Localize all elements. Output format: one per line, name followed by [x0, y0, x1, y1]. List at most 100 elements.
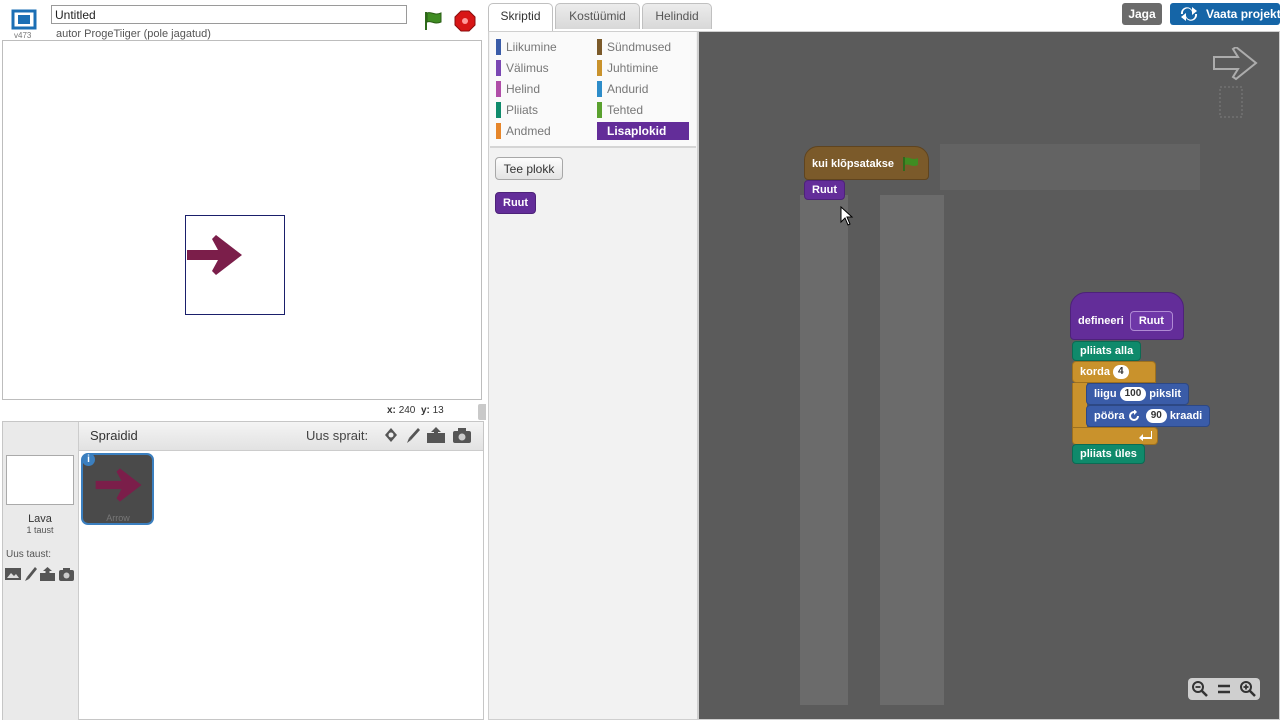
category-swatch — [496, 81, 501, 97]
category-swatch — [496, 39, 501, 55]
turn-block[interactable]: pööra 90 kraadi — [1086, 405, 1211, 427]
category-swatch — [597, 102, 602, 118]
choose-sprite-icon[interactable] — [382, 426, 400, 444]
define-label: defineeri — [1078, 315, 1124, 327]
sprites-title: Spraidid — [90, 428, 138, 443]
sprite-pane-header — [79, 422, 483, 451]
palette-custom-block[interactable]: Ruut — [495, 192, 537, 214]
paint-brush-icon[interactable] — [404, 426, 422, 444]
choose-backdrop-icon[interactable] — [5, 567, 21, 584]
when-flag-clicked-block[interactable]: kui klõpsatakse — [804, 146, 929, 180]
category-motion[interactable]: Liikumine — [496, 38, 588, 56]
category-label: Andmed — [506, 124, 551, 138]
current-sprite-watermark — [1212, 45, 1260, 127]
category-swatch — [496, 60, 501, 76]
green-flag-icon[interactable] — [422, 10, 444, 32]
camera-icon[interactable] — [452, 426, 471, 444]
category-swatch — [496, 102, 501, 118]
loop-arrow-icon — [1139, 431, 1152, 441]
repeat-block-foot — [1072, 427, 1158, 445]
upload-sprite-icon[interactable] — [426, 426, 445, 444]
x-value: 240 — [398, 405, 416, 416]
define-block[interactable]: defineeri Ruut — [1070, 292, 1184, 340]
category-label: Tehted — [607, 103, 644, 117]
category-pen[interactable]: Pliiats — [496, 101, 588, 119]
rotate-clockwise-icon — [1128, 409, 1139, 422]
tab-scripts[interactable]: Skriptid — [488, 3, 553, 31]
version-label: v473 — [14, 31, 32, 40]
zoom-reset-icon[interactable] — [1215, 680, 1233, 698]
new-sprite-label: Uus sprait: — [306, 428, 369, 443]
move-label: liigu — [1094, 388, 1117, 400]
define-name: Ruut — [1129, 311, 1173, 331]
category-label: Välimus — [506, 61, 549, 75]
move-steps-input[interactable]: 100 — [1119, 387, 1147, 402]
mouse-pointer-icon — [840, 205, 854, 226]
turn-unit: kraadi — [1169, 410, 1203, 422]
tab-costumes[interactable]: Kostüümid — [555, 3, 640, 29]
category-list: Liikumine Välimus Helind Pliiats Andmed … — [490, 32, 696, 148]
move-steps-block[interactable]: liigu 100 pikslit — [1086, 383, 1190, 405]
category-looks[interactable]: Välimus — [496, 59, 588, 77]
arrow-sprite[interactable] — [184, 231, 246, 279]
turn-degrees-input[interactable]: 90 — [1145, 409, 1167, 424]
backdrop-count: 1 taust — [26, 525, 54, 535]
stage[interactable] — [2, 40, 482, 400]
category-control[interactable]: Juhtimine — [597, 59, 689, 77]
stage-collapse-handle[interactable] — [478, 404, 486, 420]
repeat-block[interactable]: korda 4 — [1072, 361, 1156, 383]
category-operators[interactable]: Tehted — [597, 101, 689, 119]
category-swatch — [597, 81, 602, 97]
share-button[interactable]: Jaga — [1122, 3, 1162, 25]
project-title-input[interactable] — [51, 5, 407, 24]
category-more-blocks[interactable]: Lisaplokid — [597, 122, 689, 140]
render-artifact — [880, 195, 944, 705]
repeat-count-input[interactable]: 4 — [1112, 365, 1129, 380]
category-sensing[interactable]: Andurid — [597, 80, 689, 98]
category-swatch — [496, 123, 501, 139]
zoom-out-icon[interactable] — [1191, 680, 1209, 698]
category-events[interactable]: Sündmused — [597, 38, 689, 56]
category-sound[interactable]: Helind — [496, 80, 588, 98]
render-artifact — [940, 144, 1200, 190]
category-swatch — [597, 39, 602, 55]
zoom-in-icon[interactable] — [1239, 680, 1257, 698]
paint-backdrop-icon[interactable] — [24, 566, 38, 585]
render-artifact — [800, 195, 848, 705]
green-flag-icon — [903, 157, 918, 172]
repeat-block-arm — [1072, 383, 1087, 427]
zoom-controls — [1188, 678, 1260, 700]
category-label: Liikumine — [506, 40, 557, 54]
make-block-button[interactable]: Tee plokk — [495, 157, 563, 180]
category-label: Sündmused — [607, 40, 672, 54]
y-label: y: — [420, 405, 430, 416]
mouse-coordinates: x: 240 y: 13 — [387, 405, 444, 416]
call-ruut-block[interactable]: Ruut — [804, 180, 846, 200]
x-label: x: — [387, 405, 396, 416]
stage-label: Lava — [28, 513, 52, 525]
upload-backdrop-icon[interactable] — [39, 566, 56, 585]
swap-arrows-icon — [1180, 7, 1198, 21]
category-label: Pliiats — [506, 103, 539, 117]
script-area[interactable] — [698, 31, 1280, 720]
tab-sounds[interactable]: Helindid — [642, 3, 712, 29]
category-label: Andurid — [607, 82, 649, 96]
info-icon[interactable]: i — [82, 453, 95, 466]
see-project-page-button[interactable]: Vaata projekti — [1170, 3, 1280, 25]
fullscreen-icon[interactable] — [10, 8, 38, 32]
hat-label: kui klõpsatakse — [812, 158, 894, 170]
category-label: Helind — [506, 82, 541, 96]
turn-label: pööra — [1094, 410, 1125, 422]
repeat-label: korda — [1080, 366, 1110, 378]
stop-icon[interactable] — [454, 10, 476, 32]
category-swatch — [597, 60, 602, 76]
pen-down-block[interactable]: pliiats alla — [1072, 341, 1142, 361]
category-label: Lisaplokid — [607, 124, 667, 138]
pen-up-block[interactable]: pliiats üles — [1072, 444, 1145, 464]
category-data[interactable]: Andmed — [496, 122, 588, 140]
sprite-name: Arrow — [106, 513, 130, 523]
new-backdrop-label: Uus taust: — [6, 549, 52, 560]
stage-thumbnail[interactable] — [6, 455, 74, 505]
y-value: 13 — [432, 405, 444, 416]
backdrop-camera-icon[interactable] — [58, 566, 75, 585]
